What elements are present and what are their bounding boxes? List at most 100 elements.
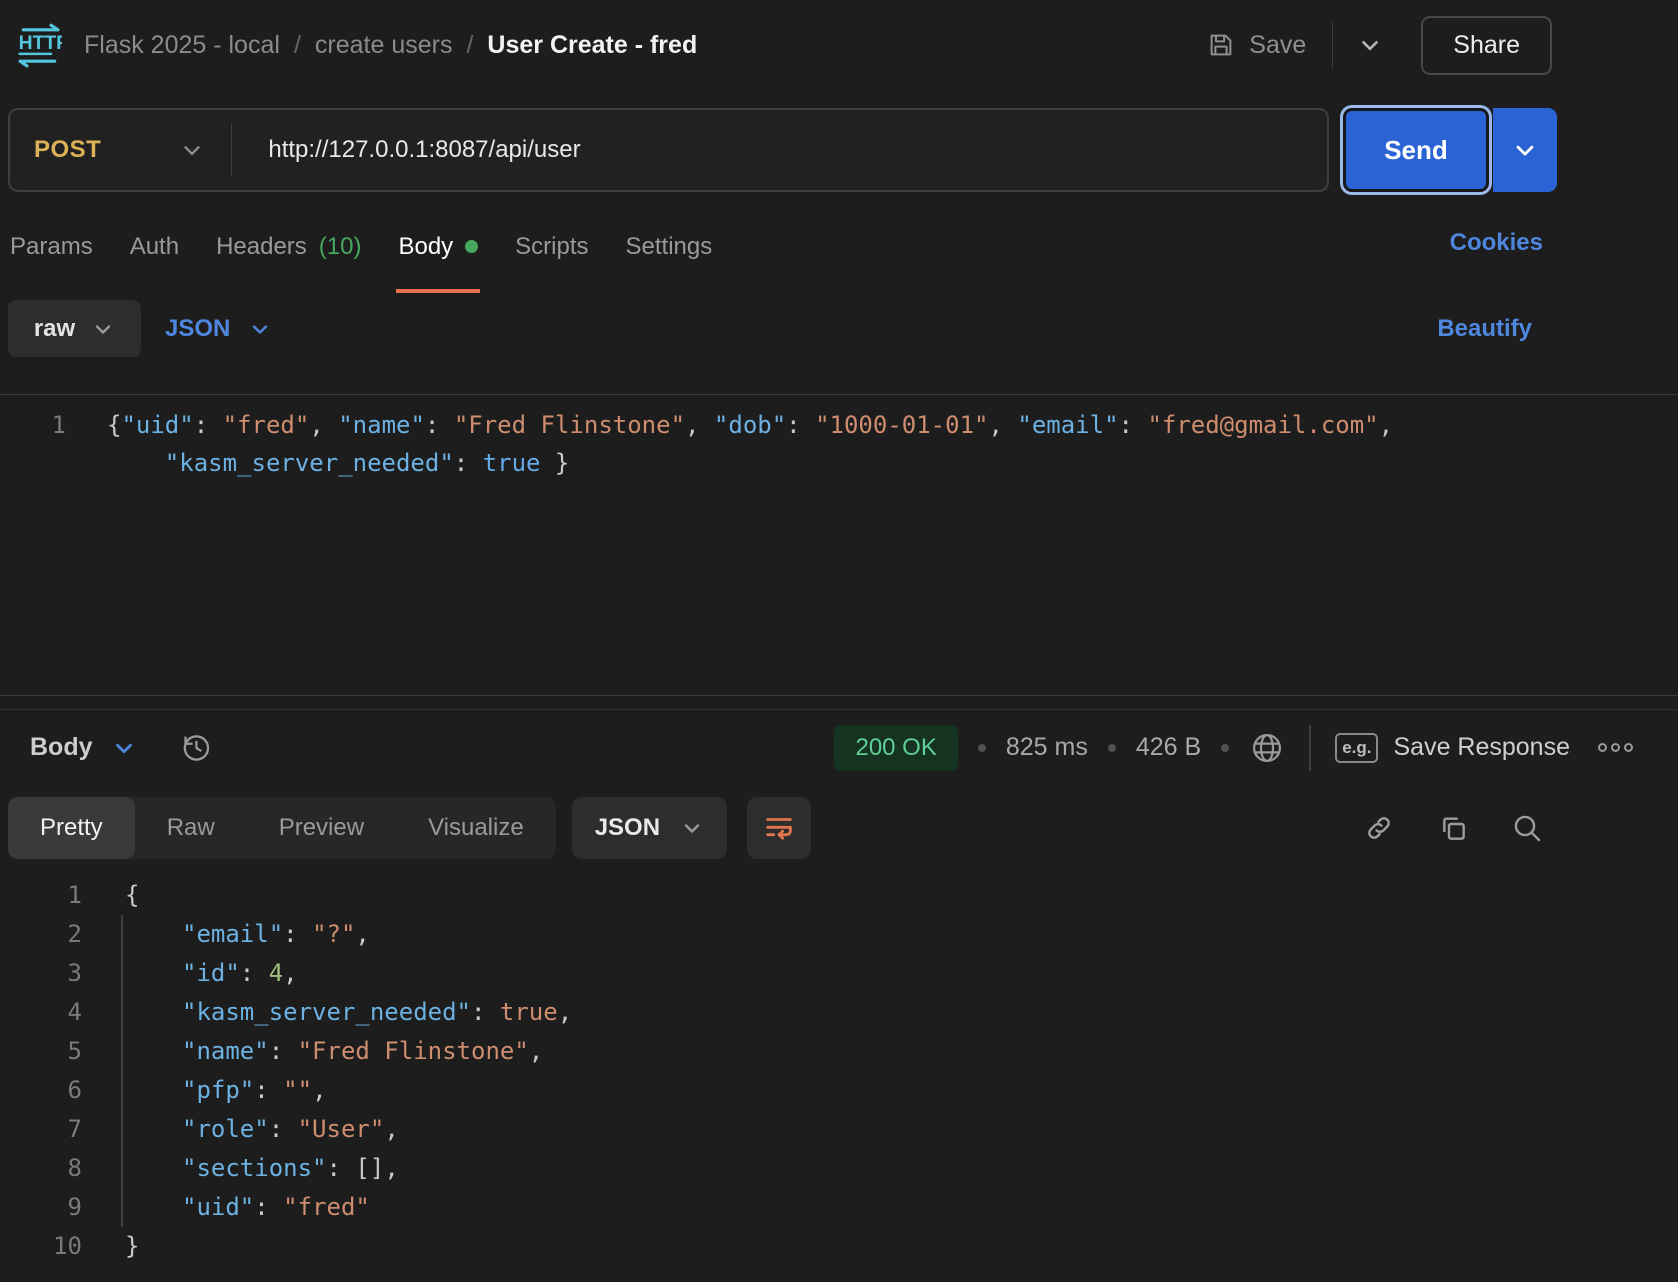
tab-visualize[interactable]: Visualize xyxy=(396,797,556,859)
response-body-dropdown[interactable]: Body xyxy=(30,733,93,762)
tab-settings[interactable]: Settings xyxy=(624,192,715,293)
network-globe-icon[interactable] xyxy=(1249,730,1285,766)
save-button[interactable]: Save xyxy=(1206,30,1306,60)
more-options-icon[interactable] xyxy=(1598,743,1633,752)
breadcrumb-separator: / xyxy=(294,31,301,60)
headers-count-badge: (10) xyxy=(319,233,362,261)
method-chevron-down-icon[interactable] xyxy=(179,137,205,163)
line-number: 1 xyxy=(0,406,66,444)
response-tabs-row: Pretty Raw Preview Visualize JSON xyxy=(8,797,1543,859)
line-number: 6 xyxy=(0,1071,82,1110)
top-bar-actions: Save Share xyxy=(1206,16,1552,75)
floppy-save-icon xyxy=(1206,30,1236,60)
share-button[interactable]: Share xyxy=(1421,16,1552,75)
breadcrumb-separator: / xyxy=(466,31,473,60)
line-content: "uid": "fred" xyxy=(121,1188,370,1227)
line-content: {"uid": "fred", "name": "Fred Flinstone"… xyxy=(107,406,1393,444)
tab-scripts[interactable]: Scripts xyxy=(513,192,590,293)
link-icon[interactable] xyxy=(1363,812,1395,844)
request-url-row: POST Send xyxy=(8,108,1557,192)
code-line: 2"email": "?", xyxy=(0,915,1678,954)
tab-body[interactable]: Body xyxy=(396,192,480,293)
code-line: 8"sections": [], xyxy=(0,1149,1678,1188)
line-number xyxy=(0,444,66,482)
breadcrumb: Flask 2025 - local / create users / User… xyxy=(84,31,697,60)
panel-resize-handle[interactable] xyxy=(0,695,1678,710)
request-tabs: Params Auth Headers (10) Body Scripts Se… xyxy=(0,192,1678,293)
cookies-link[interactable]: Cookies xyxy=(1450,229,1543,257)
save-response-label: Save Response xyxy=(1393,733,1570,762)
response-meta: 200 OK 825 ms 426 B e.g. Save Response xyxy=(834,725,1633,771)
copy-icon[interactable] xyxy=(1437,812,1469,844)
line-content: "kasm_server_needed": true, xyxy=(121,993,572,1032)
tab-headers[interactable]: Headers (10) xyxy=(214,192,363,293)
send-options-button[interactable] xyxy=(1493,108,1557,192)
line-number: 1 xyxy=(0,876,82,915)
line-number: 2 xyxy=(0,915,82,954)
response-header: Body 200 OK 825 ms 426 B e.g. Save Respo… xyxy=(0,710,1678,785)
line-content: "pfp": "", xyxy=(121,1071,327,1110)
method-selector[interactable]: POST xyxy=(34,136,101,164)
chevron-down-icon xyxy=(680,816,704,840)
beautify-link[interactable]: Beautify xyxy=(1437,315,1532,343)
body-modified-dot xyxy=(465,240,478,253)
body-language-dropdown[interactable]: JSON xyxy=(165,315,272,343)
response-language-value: JSON xyxy=(595,814,660,842)
response-view-switch: Pretty Raw Preview Visualize xyxy=(8,797,556,859)
line-content: "kasm_server_needed": true } xyxy=(107,444,569,482)
chevron-down-icon xyxy=(91,317,115,341)
response-language-dropdown[interactable]: JSON xyxy=(572,797,727,859)
chevron-down-icon[interactable] xyxy=(111,735,137,761)
request-body-editor[interactable]: 1 {"uid": "fred", "name": "Fred Flinstone… xyxy=(0,394,1678,695)
body-format-dropdown[interactable]: raw xyxy=(8,300,141,357)
tab-pretty[interactable]: Pretty xyxy=(8,797,135,859)
http-request-icon: HTTP xyxy=(16,22,62,68)
line-content: "id": 4, xyxy=(121,954,298,993)
tab-label: Auth xyxy=(130,233,179,261)
tab-label: Params xyxy=(10,233,93,261)
word-wrap-icon xyxy=(762,811,796,845)
response-toolbar-icons xyxy=(1363,812,1543,844)
body-language-value: JSON xyxy=(165,315,230,343)
url-box: POST xyxy=(8,108,1329,192)
code-line: 1 {"uid": "fred", "name": "Fred Flinstone… xyxy=(0,406,1678,444)
response-history-icon[interactable] xyxy=(179,731,213,765)
line-number: 8 xyxy=(0,1149,82,1188)
line-content: "role": "User", xyxy=(121,1110,399,1149)
tab-auth[interactable]: Auth xyxy=(128,192,181,293)
dot-separator xyxy=(978,744,986,752)
code-line: 5"name": "Fred Flinstone", xyxy=(0,1032,1678,1071)
send-button[interactable]: Send xyxy=(1343,108,1489,192)
status-badge[interactable]: 200 OK xyxy=(834,725,957,771)
word-wrap-toggle[interactable] xyxy=(747,797,811,859)
code-line: 9"uid": "fred" xyxy=(0,1188,1678,1227)
save-options-button[interactable] xyxy=(1351,26,1389,64)
tab-label: Headers xyxy=(216,233,307,261)
breadcrumb-collection[interactable]: Flask 2025 - local xyxy=(84,31,280,60)
tab-preview[interactable]: Preview xyxy=(247,797,396,859)
tab-label: Scripts xyxy=(515,233,588,261)
response-time[interactable]: 825 ms xyxy=(1006,733,1088,762)
search-icon[interactable] xyxy=(1511,812,1543,844)
divider xyxy=(1332,22,1333,68)
chevron-down-icon xyxy=(1511,136,1539,164)
save-label: Save xyxy=(1249,31,1306,60)
svg-text:HTTP: HTTP xyxy=(19,32,62,54)
code-line: 7"role": "User", xyxy=(0,1110,1678,1149)
code-line: "kasm_server_needed": true } xyxy=(0,444,1678,482)
code-line: 10} xyxy=(0,1227,1678,1266)
url-input[interactable] xyxy=(268,136,1307,164)
response-size[interactable]: 426 B xyxy=(1136,733,1201,762)
dot-separator xyxy=(1221,744,1229,752)
line-content: "name": "Fred Flinstone", xyxy=(121,1032,543,1071)
breadcrumb-request-name: User Create - fred xyxy=(487,31,697,60)
line-number: 4 xyxy=(0,993,82,1032)
code-line: 1{ xyxy=(0,876,1678,915)
response-body-viewer: 1{2"email": "?",3 "id": 4, 4 "kasm_server_n… xyxy=(0,859,1678,1266)
line-number: 10 xyxy=(0,1227,82,1266)
line-number: 3 xyxy=(0,954,82,993)
breadcrumb-folder[interactable]: create users xyxy=(315,31,453,60)
tab-raw[interactable]: Raw xyxy=(135,797,247,859)
save-response-button[interactable]: e.g. Save Response xyxy=(1335,733,1570,763)
tab-params[interactable]: Params xyxy=(8,192,95,293)
